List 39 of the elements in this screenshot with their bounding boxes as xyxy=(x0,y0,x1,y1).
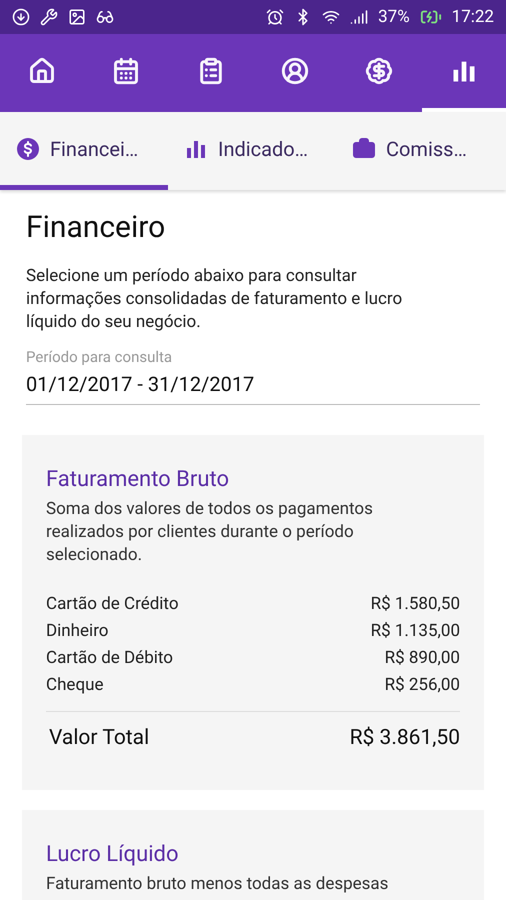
payment-method: Cheque xyxy=(46,674,104,697)
tab-label: Comiss… xyxy=(386,136,467,160)
page-title: Financeiro xyxy=(26,210,166,245)
signal-icon xyxy=(350,8,368,26)
section-tab[interactable]: Financei… xyxy=(0,112,168,190)
battery-percent: 37% xyxy=(378,7,410,27)
clock-time: 17:22 xyxy=(452,7,494,27)
tab-label: Financei… xyxy=(50,136,138,160)
download-icon xyxy=(12,8,30,26)
section-tab[interactable]: Indicado… xyxy=(168,112,336,190)
payment-method: Cartão de Crédito xyxy=(46,593,179,616)
total-label: Valor Total xyxy=(49,726,150,750)
section-tab[interactable]: Comiss… xyxy=(336,112,504,190)
dollar-icon xyxy=(365,57,394,85)
field-label: Período para consulta xyxy=(26,348,174,366)
account-icon xyxy=(281,57,310,85)
calendar-icon xyxy=(112,57,140,85)
image-icon xyxy=(68,8,86,26)
card-description: Faturamento bruto menos todas as despesas xyxy=(46,873,390,896)
incognito-icon xyxy=(96,8,114,26)
briefcase-icon xyxy=(352,136,376,160)
total-amount: R$ 3.861,50 xyxy=(350,726,460,750)
payment-amount: R$ 256,00 xyxy=(384,674,460,697)
page-description: Selecione um período abaixo para consultar informações consolidadas de faturamento e lucro líquido do seu negócio. xyxy=(26,265,404,334)
dollar-circle-icon xyxy=(16,136,40,160)
payment-method: Dinheiro xyxy=(46,620,108,643)
home-icon xyxy=(28,57,56,85)
period-field[interactable]: 01/12/2017 - 31/12/2017 xyxy=(26,366,480,405)
tab-label: Indicado… xyxy=(218,136,308,160)
wrench-icon xyxy=(40,8,58,26)
card-title: Faturamento Bruto xyxy=(46,467,230,492)
payment-amount: R$ 890,00 xyxy=(384,647,460,670)
alarm-icon xyxy=(266,8,284,26)
wifi-icon xyxy=(322,8,340,26)
card-title: Lucro Líquido xyxy=(46,842,180,867)
payment-amount: R$ 1.580,50 xyxy=(370,593,460,616)
payment-amount: R$ 1.135,00 xyxy=(370,620,460,643)
payment-method: Cartão de Débito xyxy=(46,647,173,670)
card-description: Soma dos valores de todos os pagamentos realizados por clientes durante o período selecionado. xyxy=(46,498,374,567)
